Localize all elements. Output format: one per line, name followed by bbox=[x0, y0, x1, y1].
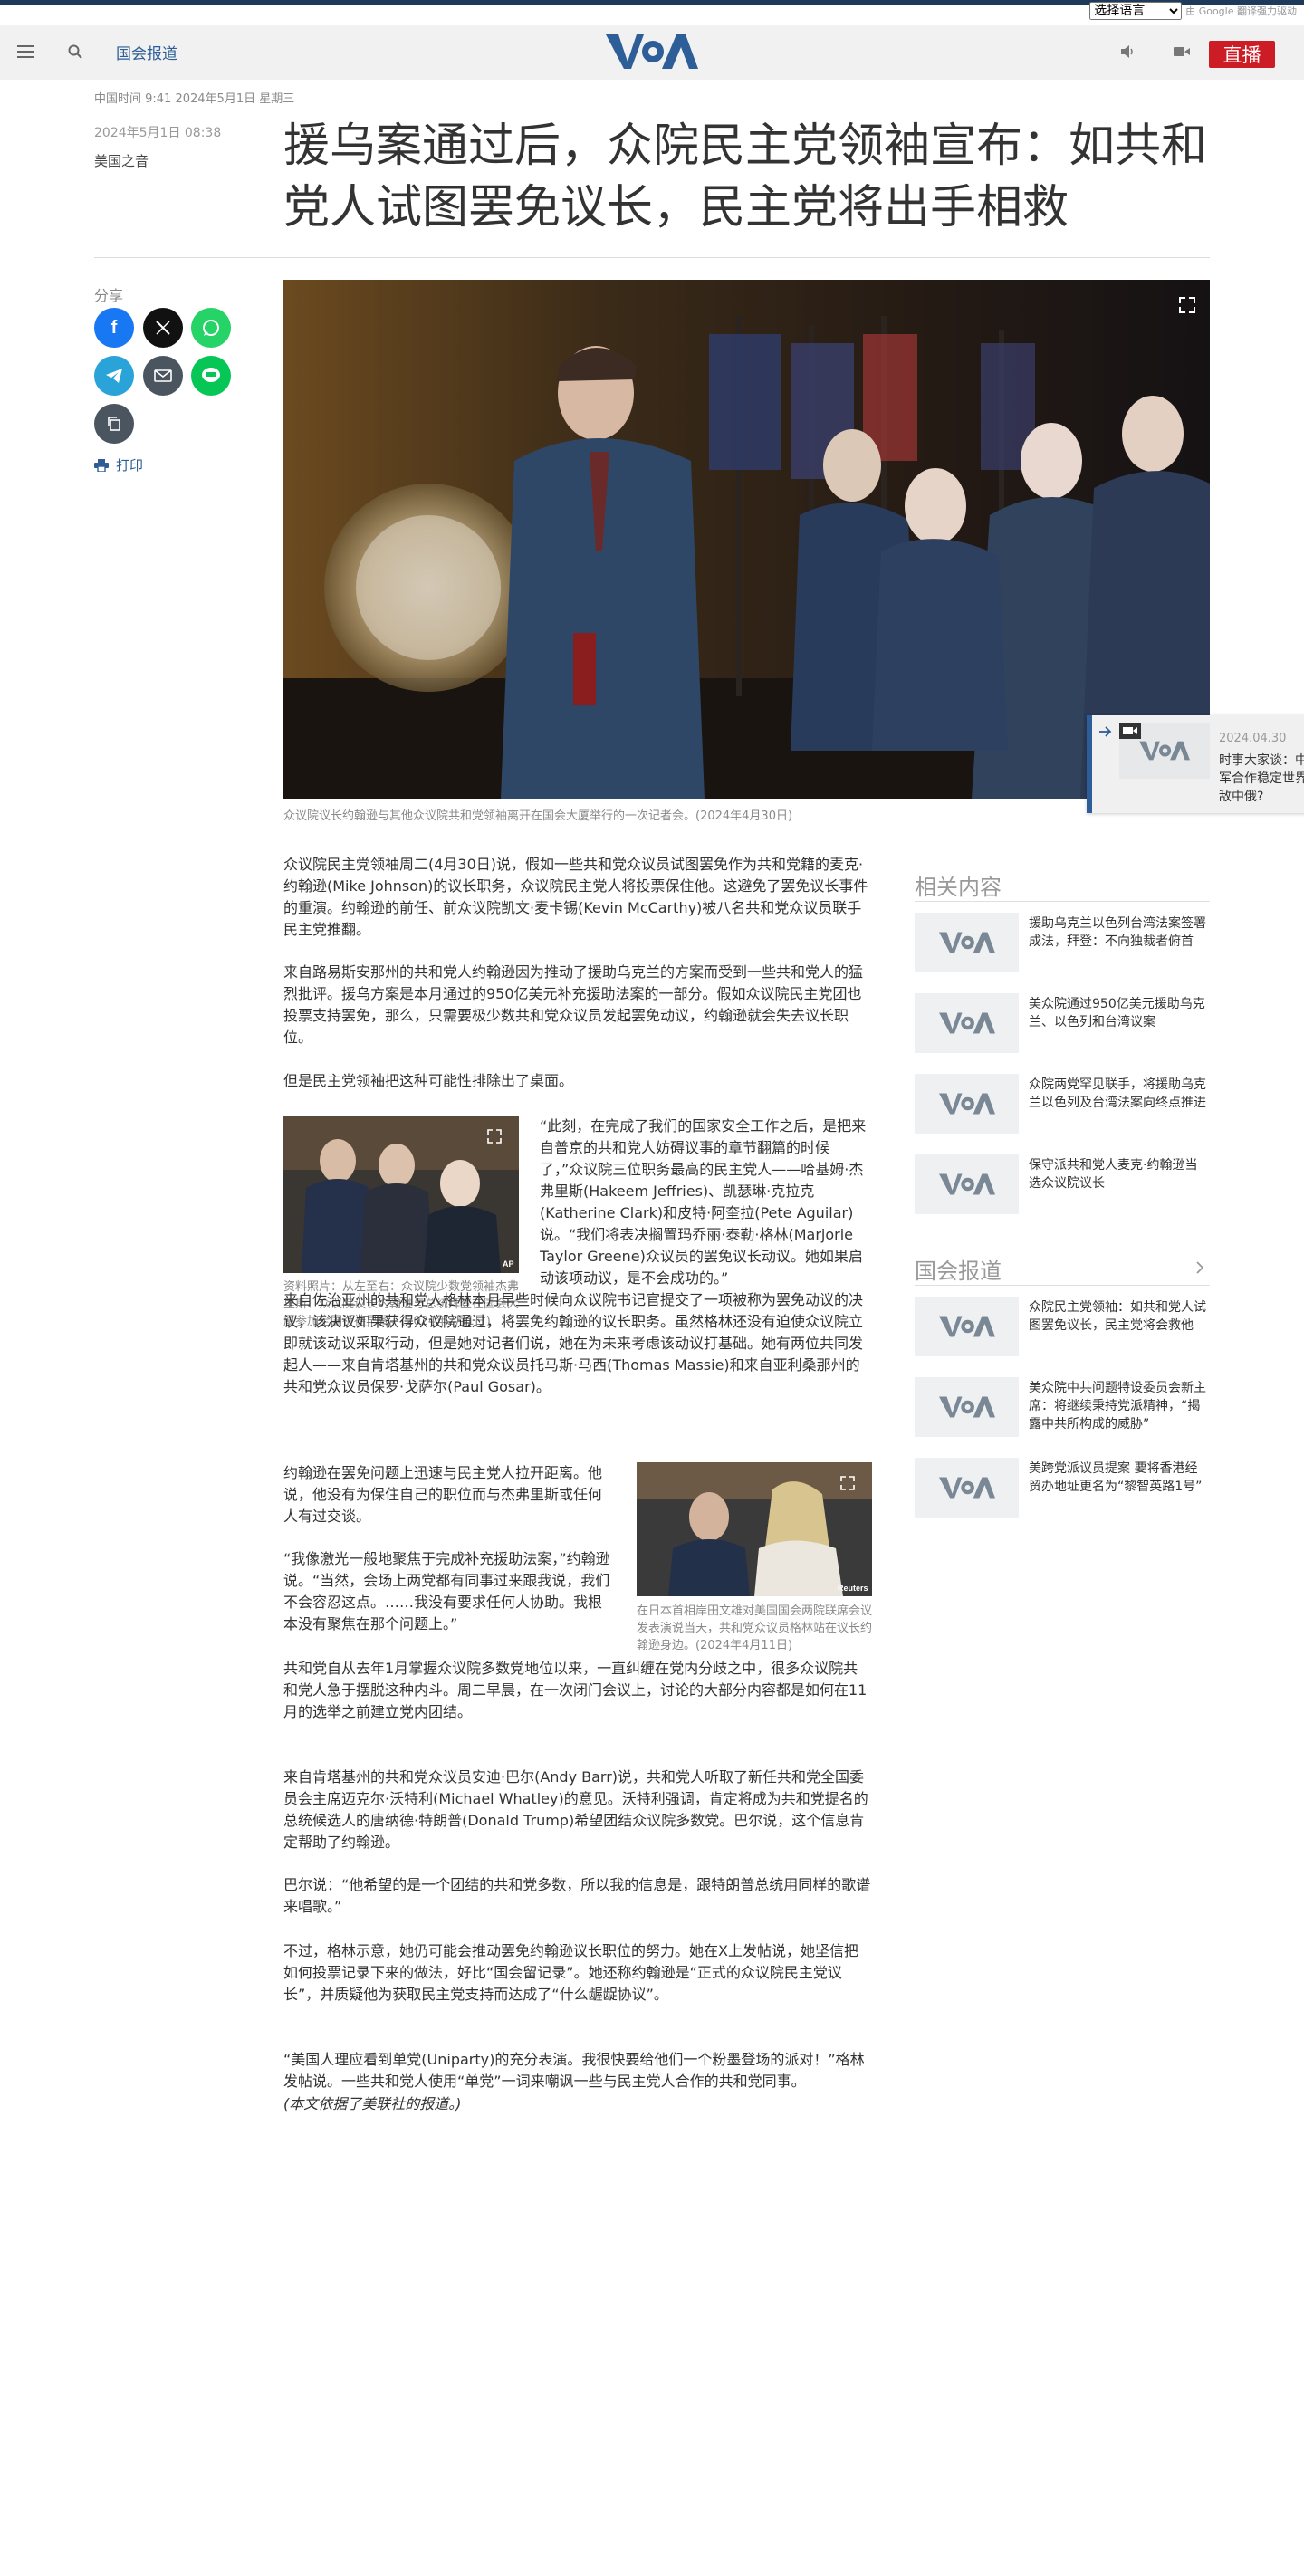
paragraph: 不过，格林示意，她仍可能会推动罢免约翰逊议长职位的努力。她在X上发帖说，她坚信把… bbox=[283, 1942, 858, 2003]
photo-credit: Reuters bbox=[838, 1584, 868, 1593]
paragraph: 来自肯塔基州的共和党众议员安迪·巴尔(Andy Barr)说，共和党人听取了新任… bbox=[283, 1768, 868, 1851]
arrow-right-icon[interactable] bbox=[1099, 726, 1112, 737]
print-link[interactable]: 打印 bbox=[94, 455, 143, 474]
promo-title: 时事大家谈：中俄军合作稳定世界，敌中俄? bbox=[1219, 753, 1304, 804]
congress-item[interactable]: 美众院中共问题特设委员会新主席：将继续秉持党派精神，“揭露中共所构成的威胁” bbox=[915, 1377, 1210, 1437]
email-icon bbox=[154, 369, 172, 382]
paragraph: 众议院民主党领袖周二(4月30日)说，假如一些共和党众议员试图罢免作为共和党籍的… bbox=[283, 856, 868, 938]
hero-image[interactable] bbox=[283, 280, 1210, 799]
video-icon[interactable] bbox=[1168, 38, 1195, 65]
prayer-breakfast-photo: AP bbox=[283, 1116, 519, 1273]
paragraph: “美国人理应看到单党(Uniparty)的充分表演。我很快要给他们一个粉墨登场的… bbox=[283, 2051, 865, 2090]
photo-credit: AP bbox=[503, 1259, 514, 1269]
voa-thumb-icon bbox=[915, 913, 1019, 972]
dateline: 中国时间 9:41 2024年5月1日 星期三 bbox=[94, 92, 295, 106]
video-camera-icon bbox=[1119, 723, 1141, 739]
author[interactable]: 美国之音 bbox=[94, 151, 149, 170]
paragraph: 来自佐治亚州的共和党人格林本月早些时候向众议院书记官提交了一项被称为罢免动议的决… bbox=[283, 1291, 864, 1395]
voa-thumb-icon bbox=[915, 1458, 1019, 1518]
paragraph: “此刻，在完成了我们的国家安全工作之后，是把来自普京的共和党人妨碍议事的章节翻篇… bbox=[540, 1117, 867, 1287]
telegram-share-button[interactable] bbox=[94, 356, 134, 396]
floating-video-promo[interactable]: 2024.04.30 时事大家谈：中俄军合作稳定世界，敌中俄? bbox=[1087, 715, 1304, 813]
email-share-button[interactable] bbox=[143, 356, 183, 396]
related-item[interactable]: 美众院通过950亿美元援助乌克兰、以色列和台湾议案 bbox=[915, 993, 1210, 1053]
share-label: 分享 bbox=[94, 287, 124, 304]
divider bbox=[915, 1285, 1210, 1286]
inline-image-1[interactable]: AP bbox=[283, 1116, 519, 1273]
voa-thumb-icon bbox=[915, 1297, 1019, 1356]
publish-time: 2024年5月1日 08:38 bbox=[94, 126, 222, 140]
search-icon[interactable] bbox=[62, 38, 89, 65]
congress-item[interactable]: 众院民主党领袖：如共和党人试图罢免议长，民主党将会救他 bbox=[915, 1297, 1210, 1356]
section-link-congress[interactable]: 国会报道 bbox=[116, 41, 177, 63]
translate-powered-by: 由 Google 翻译强力驱动 bbox=[1185, 5, 1297, 17]
press-conference-photo bbox=[283, 280, 1210, 799]
line-icon bbox=[202, 368, 220, 382]
chamber-photo: Reuters bbox=[637, 1462, 872, 1596]
related-item[interactable]: 援助乌克兰以色列台湾法案签署成法，拜登：不向独裁者俯首 bbox=[915, 913, 1210, 972]
page-title: 援乌案通过后，众院民主党领袖宣布：如共和党人试图罢免议长，民主党将出手相救 bbox=[283, 120, 1208, 235]
site-header: 国会报道 直播 bbox=[0, 25, 1304, 80]
related-item[interactable]: 保守派共和党人麦克·约翰逊当选众议院议长 bbox=[915, 1154, 1210, 1214]
copy-link-button[interactable] bbox=[94, 404, 134, 444]
paragraph: 巴尔说：“他希望的是一个团结的共和党多数，所以我的信息是，跟特朗普总统用同样的歌… bbox=[283, 1876, 871, 1915]
menu-icon[interactable] bbox=[12, 38, 39, 65]
facebook-share-button[interactable]: f bbox=[94, 308, 134, 348]
related-item[interactable]: 众院两党罕见联手，将援助乌克兰以色列及台湾法案向终点推进 bbox=[915, 1074, 1210, 1134]
divider bbox=[915, 901, 1210, 902]
x-icon bbox=[156, 321, 170, 335]
whatsapp-icon bbox=[203, 320, 219, 336]
congress-item[interactable]: 美跨党派议员提案 要将香港经贸办地址更名为“黎智英路1号” bbox=[915, 1458, 1210, 1518]
promo-date: 2024.04.30 bbox=[1219, 732, 1287, 745]
printer-icon bbox=[94, 458, 109, 472]
congress-section-title[interactable]: 国会报道 bbox=[915, 1253, 1002, 1285]
live-button[interactable]: 直播 bbox=[1209, 41, 1275, 68]
paragraph: 来自路易斯安那州的共和党人约翰逊因为推动了援助乌克兰的方案而受到一些共和党人的猛… bbox=[283, 963, 864, 1046]
divider bbox=[94, 257, 1210, 258]
paragraph: “我像激光一般地聚焦于完成补充援助法案，”约翰逊说。“当然，会场上两党都有同事过… bbox=[283, 1550, 610, 1633]
voa-logo[interactable] bbox=[606, 33, 698, 71]
audio-icon[interactable] bbox=[1114, 38, 1141, 65]
copy-icon bbox=[108, 417, 120, 431]
paragraph: 约翰逊在罢免问题上迅速与民主党人拉开距离。他说，他没有为保住自己的职位而与杰弗里… bbox=[283, 1464, 603, 1525]
x-share-button[interactable] bbox=[143, 308, 183, 348]
chevron-right-icon[interactable] bbox=[1195, 1260, 1204, 1275]
google-translate-widget: 选择语言 由 Google 翻译强力驱动 bbox=[1089, 1, 1297, 21]
voa-thumb-icon bbox=[915, 993, 1019, 1053]
inline-image-2[interactable]: Reuters bbox=[637, 1462, 872, 1596]
related-title: 相关内容 bbox=[915, 875, 1002, 900]
whatsapp-share-button[interactable] bbox=[191, 308, 231, 348]
paragraph: 共和党自从去年1月掌握众议院多数党地位以来，一直纠缠在党内分歧之中，很多众议院共… bbox=[283, 1660, 868, 1720]
voa-thumb-icon bbox=[915, 1074, 1019, 1134]
voa-thumb-icon bbox=[915, 1377, 1019, 1437]
voa-thumb-icon bbox=[915, 1154, 1019, 1214]
paragraph: 但是民主党领袖把这种可能性排除出了桌面。 bbox=[283, 1072, 574, 1089]
line-share-button[interactable] bbox=[191, 356, 231, 396]
telegram-icon bbox=[106, 369, 122, 383]
language-select[interactable]: 选择语言 bbox=[1089, 2, 1183, 20]
print-label: 打印 bbox=[116, 457, 144, 474]
hero-caption: 众议院议长约翰逊与其他众议院共和党领袖离开在国会大厦举行的一次记者会。(2024… bbox=[283, 809, 793, 823]
paragraph-source-note: (本文依据了美联社的报道。) bbox=[283, 2095, 462, 2112]
inline-caption-2: 在日本首相岸田文雄对美国国会两院联席会议发表演说当天，共和党众议员格林站在议长约… bbox=[637, 1604, 873, 1652]
